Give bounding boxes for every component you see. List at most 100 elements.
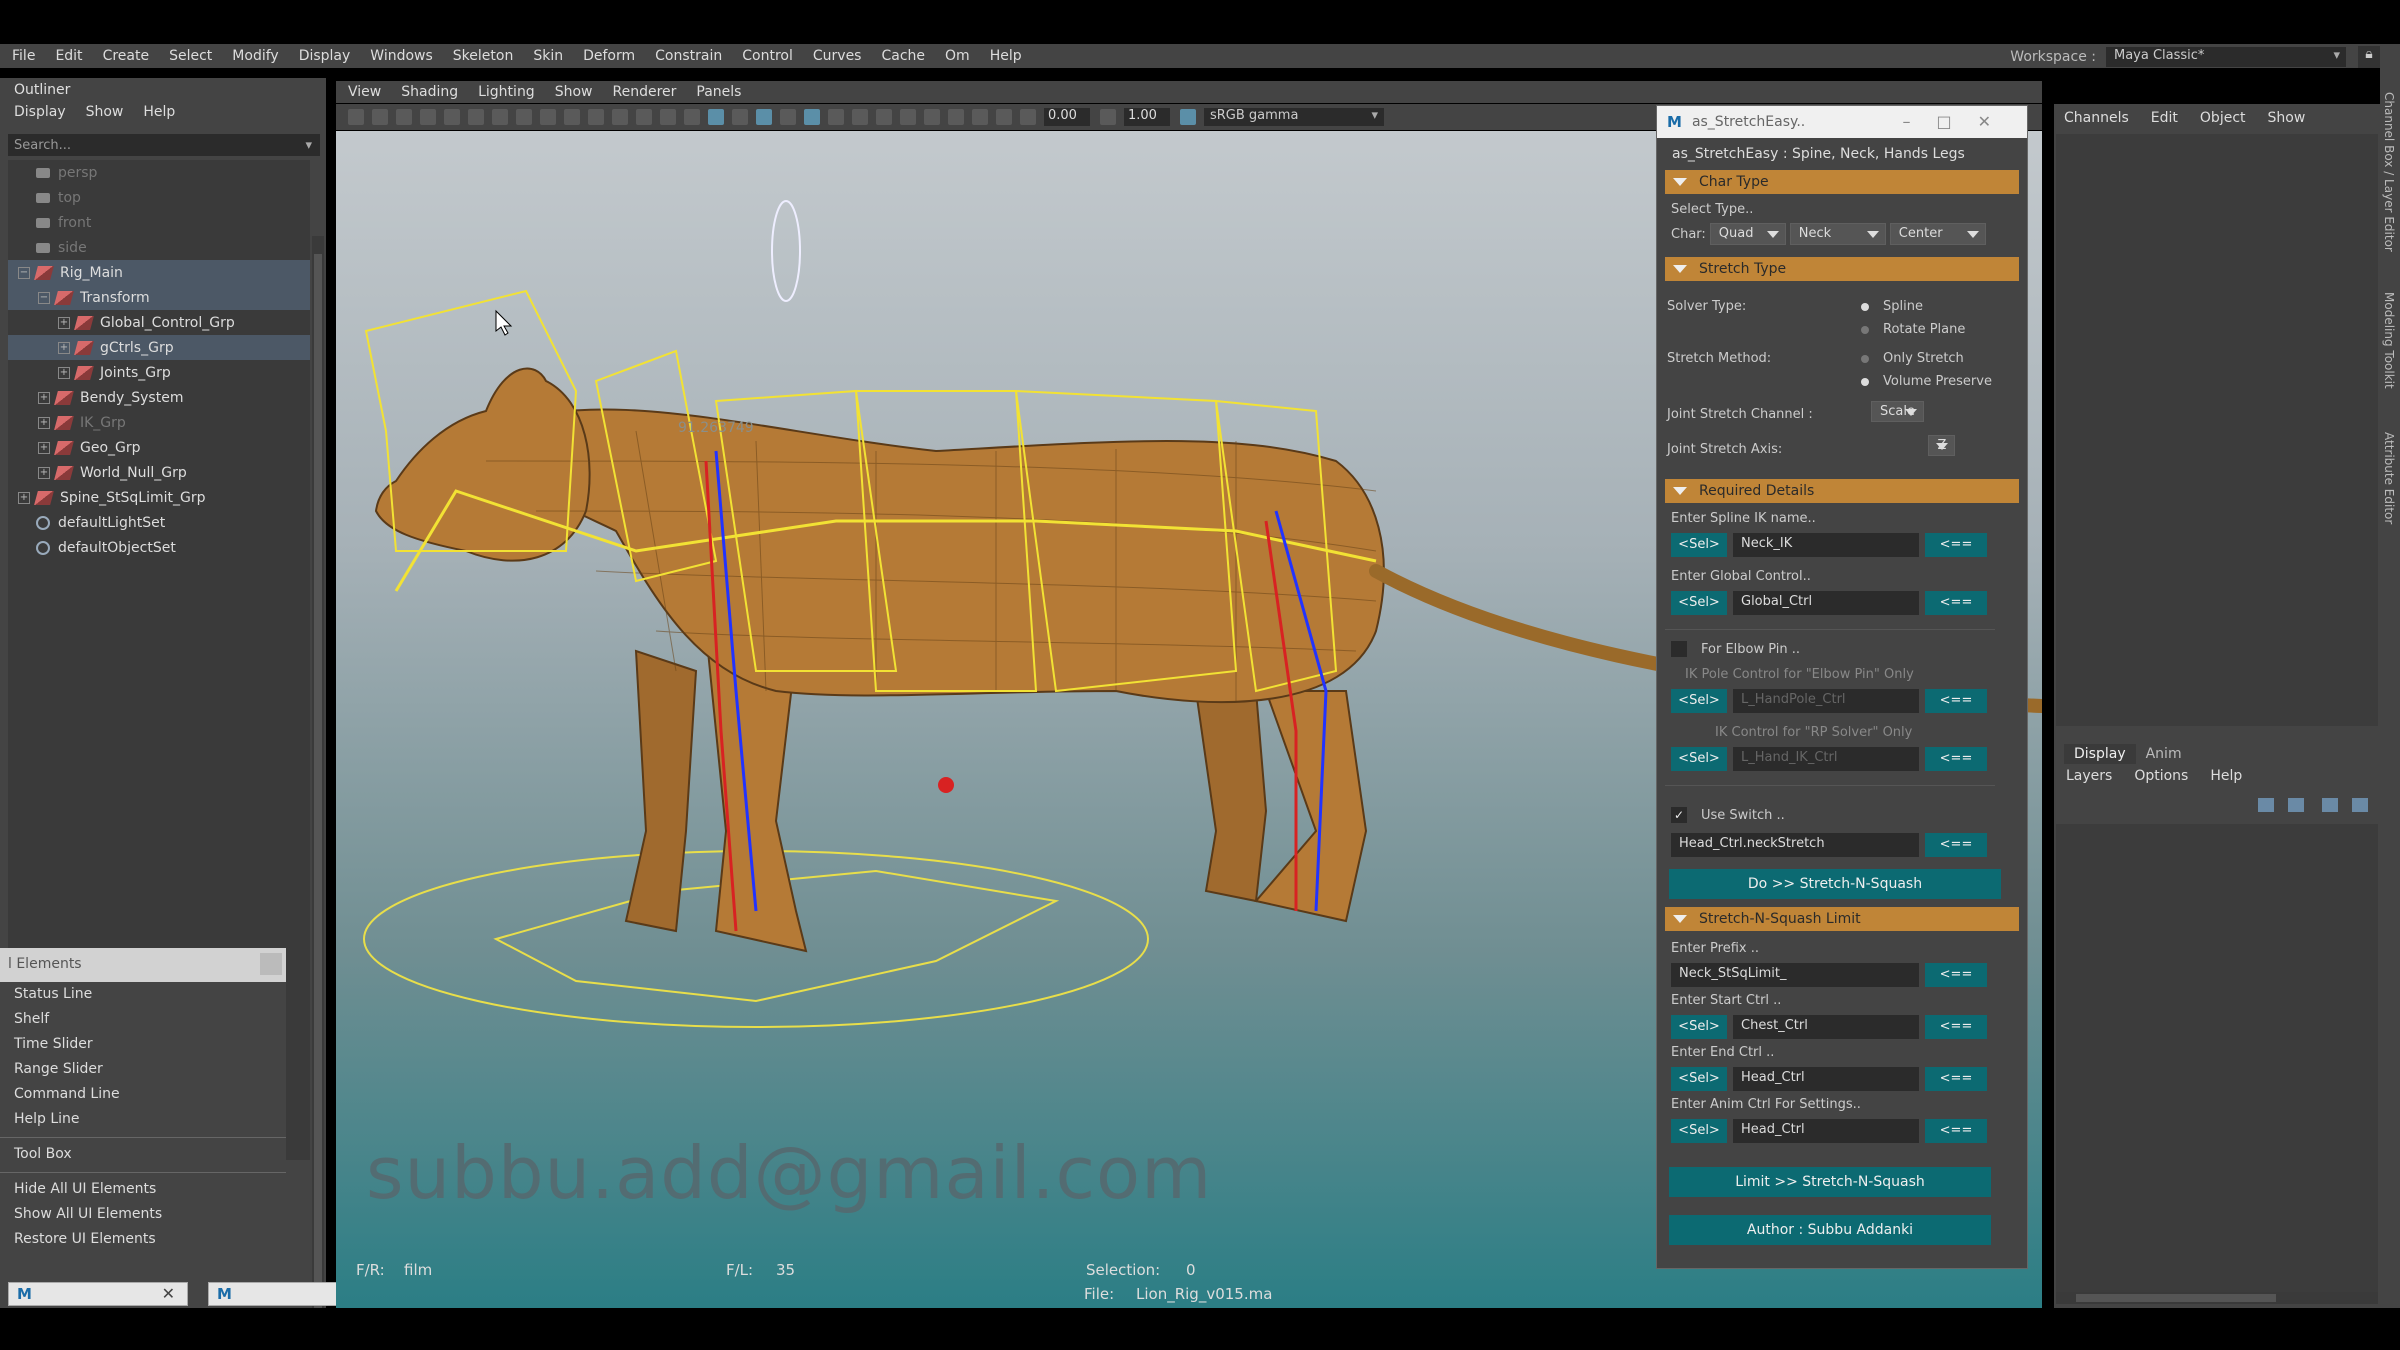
- depth-of-field-icon[interactable]: [900, 109, 916, 125]
- scrollbar-thumb[interactable]: [314, 254, 322, 1334]
- spline-ik-load-button[interactable]: <==: [1925, 533, 1987, 557]
- channel-box-menu-edit[interactable]: Edit: [2151, 110, 2178, 126]
- default-material-icon[interactable]: [732, 109, 748, 125]
- prefix-field[interactable]: Neck_StSqLimit_: [1671, 963, 1919, 987]
- spline-ik-field[interactable]: Neck_IK: [1733, 533, 1919, 557]
- required-details-section-header[interactable]: Required Details: [1665, 479, 2019, 503]
- expand-toggle-icon[interactable]: +: [38, 466, 50, 479]
- viewport-menu-shading[interactable]: Shading: [401, 84, 458, 100]
- resolution-gate-icon[interactable]: [540, 109, 556, 125]
- elbow-pin-checkbox[interactable]: For Elbow Pin ..: [1671, 641, 1800, 657]
- safe-title-icon[interactable]: [636, 109, 652, 125]
- grease-pencil-icon[interactable]: [444, 109, 460, 125]
- menu-item[interactable]: Hide All UI Elements: [0, 1177, 286, 1202]
- lock-icon[interactable]: 🔒︎: [2358, 46, 2380, 68]
- menu-edit[interactable]: Edit: [55, 48, 82, 64]
- stretch-type-section-header[interactable]: Stretch Type: [1665, 257, 2019, 281]
- global-control-sel-button[interactable]: <Sel>: [1671, 591, 1727, 615]
- gamma-icon[interactable]: [1100, 109, 1116, 125]
- menu-modify[interactable]: Modify: [232, 48, 278, 64]
- motion-blur-icon[interactable]: [852, 109, 868, 125]
- outliner-node[interactable]: − Rig_Main: [8, 260, 310, 285]
- outliner-menu-display[interactable]: Display: [14, 104, 66, 122]
- menu-item[interactable]: Help Line: [0, 1107, 286, 1132]
- method-volume-preserve-radio[interactable]: Volume Preserve: [1861, 374, 1992, 389]
- bookmark-icon[interactable]: [396, 109, 412, 125]
- start-ctrl-sel-button[interactable]: <Sel>: [1671, 1015, 1727, 1039]
- xray-icon[interactable]: [948, 109, 964, 125]
- outliner-node[interactable]: + IK_Grp: [8, 410, 310, 435]
- menu-skeleton[interactable]: Skeleton: [453, 48, 514, 64]
- shadows-icon[interactable]: [804, 109, 820, 125]
- viewport-menu-lighting[interactable]: Lighting: [478, 84, 535, 100]
- expand-toggle-icon[interactable]: +: [58, 341, 70, 354]
- workspace-dropdown[interactable]: Maya Classic*: [2106, 47, 2346, 67]
- menu-item[interactable]: Tool Box: [0, 1142, 286, 1167]
- textured-icon[interactable]: [756, 109, 772, 125]
- stretch-easy-titlebar[interactable]: M as_StretchEasy.. –□✕: [1657, 106, 2027, 138]
- rp-ik-load-button[interactable]: <==: [1925, 747, 1987, 771]
- ik-pole-load-button[interactable]: <==: [1925, 689, 1987, 713]
- outliner-node[interactable]: − Transform: [8, 285, 310, 310]
- outliner-node[interactable]: + Global_Control_Grp: [8, 310, 310, 335]
- move-layer-up-icon[interactable]: [2258, 798, 2274, 812]
- anti-aliasing-icon[interactable]: [876, 109, 892, 125]
- outliner-node[interactable]: + Joints_Grp: [8, 360, 310, 385]
- anim-ctrl-field[interactable]: Head_Ctrl: [1733, 1119, 1919, 1143]
- side-tab-channel-box[interactable]: Channel Box / Layer Editor: [2382, 92, 2396, 252]
- rp-ik-field[interactable]: L_Hand_IK_Ctrl: [1733, 747, 1919, 771]
- ik-handle-marker[interactable]: [938, 777, 954, 793]
- outliner-node[interactable]: top: [8, 185, 310, 210]
- viewport-menu-view[interactable]: View: [348, 84, 381, 100]
- layer-list-area[interactable]: [2056, 824, 2378, 1294]
- outliner-node[interactable]: + World_Null_Grp: [8, 460, 310, 485]
- channel-box-menu-object[interactable]: Object: [2200, 110, 2246, 126]
- outliner-node[interactable]: + Geo_Grp: [8, 435, 310, 460]
- menu-select[interactable]: Select: [169, 48, 212, 64]
- select-camera-icon[interactable]: [348, 109, 364, 125]
- expand-toggle-icon[interactable]: +: [18, 491, 30, 504]
- viewport-menu-show[interactable]: Show: [555, 84, 593, 100]
- 2d-pan-icon[interactable]: [468, 109, 484, 125]
- start-ctrl-load-button[interactable]: <==: [1925, 1015, 1987, 1039]
- image-plane-icon[interactable]: [420, 109, 436, 125]
- window-controls[interactable]: –□✕: [1902, 112, 2017, 131]
- global-control-load-button[interactable]: <==: [1925, 591, 1987, 615]
- channel-box-menu-show[interactable]: Show: [2268, 110, 2306, 126]
- use-lights-icon[interactable]: [780, 109, 796, 125]
- layer-menu-layers[interactable]: Layers: [2066, 768, 2112, 784]
- author-button[interactable]: Author : Subbu Addanki: [1669, 1215, 1991, 1245]
- tab-anim[interactable]: Anim: [2136, 744, 2192, 764]
- camera-attributes-icon[interactable]: [372, 109, 388, 125]
- menu-deform[interactable]: Deform: [583, 48, 635, 64]
- isolate-select-icon[interactable]: [924, 109, 940, 125]
- solver-spline-radio[interactable]: Spline: [1861, 299, 1923, 314]
- new-layer-selected-icon[interactable]: [2352, 798, 2368, 812]
- menu-item[interactable]: Status Line: [0, 982, 286, 1007]
- menu-om[interactable]: Om: [945, 48, 970, 64]
- limit-stretch-squash-button[interactable]: Limit >> Stretch-N-Squash: [1669, 1167, 1991, 1197]
- outliner-node[interactable]: + gCtrls_Grp: [8, 335, 310, 360]
- anim-ctrl-sel-button[interactable]: <Sel>: [1671, 1119, 1727, 1143]
- menu-curves[interactable]: Curves: [813, 48, 862, 64]
- screen-space-ao-icon[interactable]: [828, 109, 844, 125]
- scrollbar-thumb[interactable]: [2076, 1294, 2276, 1302]
- menu-control[interactable]: Control: [742, 48, 793, 64]
- expand-toggle-icon[interactable]: −: [38, 291, 50, 304]
- expand-toggle-icon[interactable]: +: [58, 316, 70, 329]
- outliner-menu-show[interactable]: Show: [86, 104, 124, 122]
- outliner-node[interactable]: front: [8, 210, 310, 235]
- char-type-dropdown[interactable]: Quad: [1709, 223, 1786, 245]
- rp-ik-sel-button[interactable]: <Sel>: [1671, 747, 1727, 771]
- ik-pole-field[interactable]: L_HandPole_Ctrl: [1733, 689, 1919, 713]
- expand-toggle-icon[interactable]: +: [38, 416, 50, 429]
- outliner-node[interactable]: persp: [8, 160, 310, 185]
- outliner-node[interactable]: + Bendy_System: [8, 385, 310, 410]
- global-control-field[interactable]: Global_Ctrl: [1733, 591, 1919, 615]
- spline-ik-sel-button[interactable]: <Sel>: [1671, 533, 1727, 557]
- switch-attr-load-button[interactable]: <==: [1925, 833, 1987, 857]
- outliner-scrollbar[interactable]: [312, 236, 324, 1350]
- tab-display[interactable]: Display: [2064, 744, 2136, 764]
- exposure-icon[interactable]: [1020, 109, 1036, 125]
- use-switch-checkbox[interactable]: ✓ Use Switch ..: [1671, 807, 1785, 823]
